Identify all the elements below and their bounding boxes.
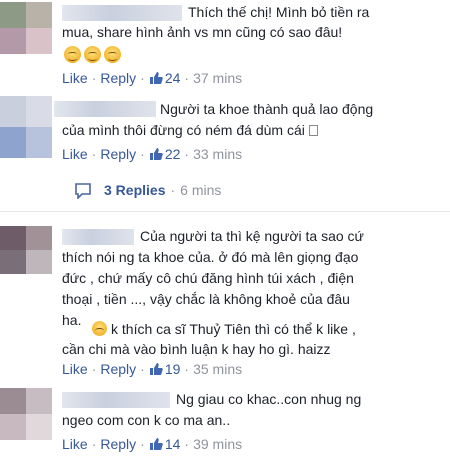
- separator-dot: ·: [184, 146, 190, 162]
- view-replies[interactable]: 3 Replies · 6 mins: [104, 182, 221, 198]
- separator-dot: ·: [184, 361, 190, 377]
- like-count-value: 22: [164, 146, 181, 162]
- comment-actions: Like · Reply · 22 · 33 mins: [62, 146, 242, 162]
- comment-text: ngeo com con k co ma an..: [62, 412, 231, 428]
- replies-icon: [75, 183, 91, 199]
- like-count[interactable]: 14: [149, 436, 181, 452]
- comment-text: của mình thôi đừng có ném đá dùm cái: [62, 121, 318, 141]
- comment-text: Người ta khoe thành quả lao động: [160, 101, 374, 117]
- like-link[interactable]: Like: [62, 146, 88, 162]
- divider: [0, 211, 450, 212]
- separator-dot: ·: [140, 361, 145, 377]
- comment-text: Ng giau co khac..con nhug ng: [176, 391, 362, 407]
- thumbs-up-icon: [149, 148, 163, 160]
- comment-text: thoại , tiền ..., vậy chắc là không khoẻ…: [62, 291, 350, 307]
- smile-emoji-icon: [84, 46, 101, 63]
- comment-text: mua, share hình ảnh vs mn cũng có sao đâ…: [62, 24, 343, 40]
- unsupported-glyph-icon: [308, 125, 318, 136]
- thumbs-up-icon: [149, 438, 163, 450]
- separator-dot: ·: [140, 436, 145, 452]
- separator-dot: ·: [140, 70, 145, 86]
- like-count-value: 24: [164, 70, 181, 86]
- comment-text: ha.: [62, 312, 82, 328]
- like-count-value: 14: [164, 436, 181, 452]
- replies-timestamp: 6 mins: [180, 182, 222, 198]
- emoji-row: [64, 46, 124, 63]
- replies-link[interactable]: 3 Replies: [104, 182, 165, 198]
- reply-link[interactable]: Reply: [100, 146, 136, 162]
- like-link[interactable]: Like: [62, 436, 88, 452]
- separator-dot: ·: [91, 361, 97, 377]
- commenter-name[interactable]: [62, 229, 134, 245]
- separator-dot: ·: [170, 182, 176, 198]
- timestamp[interactable]: 35 mins: [193, 361, 242, 377]
- like-link[interactable]: Like: [62, 361, 88, 377]
- separator-dot: ·: [140, 146, 145, 162]
- separator-dot: ·: [91, 70, 97, 86]
- comment-actions: Like · Reply · 14 · 39 mins: [62, 436, 242, 452]
- separator-dot: ·: [184, 436, 190, 452]
- avatar[interactable]: [0, 226, 52, 274]
- avatar[interactable]: [0, 2, 52, 54]
- like-count-value: 19: [164, 361, 181, 377]
- smile-emoji-icon: [104, 46, 121, 63]
- comment-actions: Like · Reply · 19 · 35 mins: [62, 361, 242, 377]
- reply-link[interactable]: Reply: [100, 70, 136, 86]
- thumbs-up-icon: [149, 363, 163, 375]
- comment-text: thích nói ng ta khoe của. ở đó mà lên gi…: [62, 249, 359, 265]
- comment-text: Của người ta thì kệ người ta sao cứ: [140, 228, 364, 244]
- reply-link[interactable]: Reply: [100, 361, 136, 377]
- comment-text: cần chi mà vào bình luận k hay ho gì. ha…: [62, 341, 331, 357]
- commenter-name[interactable]: [62, 5, 182, 21]
- thumbs-up-icon: [149, 72, 163, 84]
- like-count[interactable]: 24: [149, 70, 181, 86]
- reply-link[interactable]: Reply: [100, 436, 136, 452]
- like-link[interactable]: Like: [62, 70, 88, 86]
- comment-text: Thích thế chị! Mình bỏ tiền ra: [188, 4, 370, 20]
- timestamp[interactable]: 39 mins: [193, 436, 242, 452]
- separator-dot: ·: [91, 146, 97, 162]
- avatar[interactable]: [0, 388, 52, 440]
- smile-emoji-icon: [64, 46, 81, 63]
- laughing-emoji-icon: [92, 321, 107, 336]
- separator-dot: ·: [91, 436, 97, 452]
- like-count[interactable]: 19: [149, 361, 181, 377]
- like-count[interactable]: 22: [149, 146, 181, 162]
- comment-actions: Like · Reply · 24 · 37 mins: [62, 70, 242, 86]
- comment-text: k thích ca sĩ Thuỷ Tiên thì có thể k lik…: [92, 320, 356, 340]
- commenter-name[interactable]: [62, 392, 170, 408]
- comment-text: đức , chứ mấy cô chú đăng hình túi xách …: [62, 270, 354, 286]
- avatar[interactable]: [0, 96, 52, 158]
- timestamp[interactable]: 37 mins: [193, 70, 242, 86]
- commenter-name[interactable]: [54, 101, 156, 117]
- timestamp[interactable]: 33 mins: [193, 146, 242, 162]
- separator-dot: ·: [184, 70, 190, 86]
